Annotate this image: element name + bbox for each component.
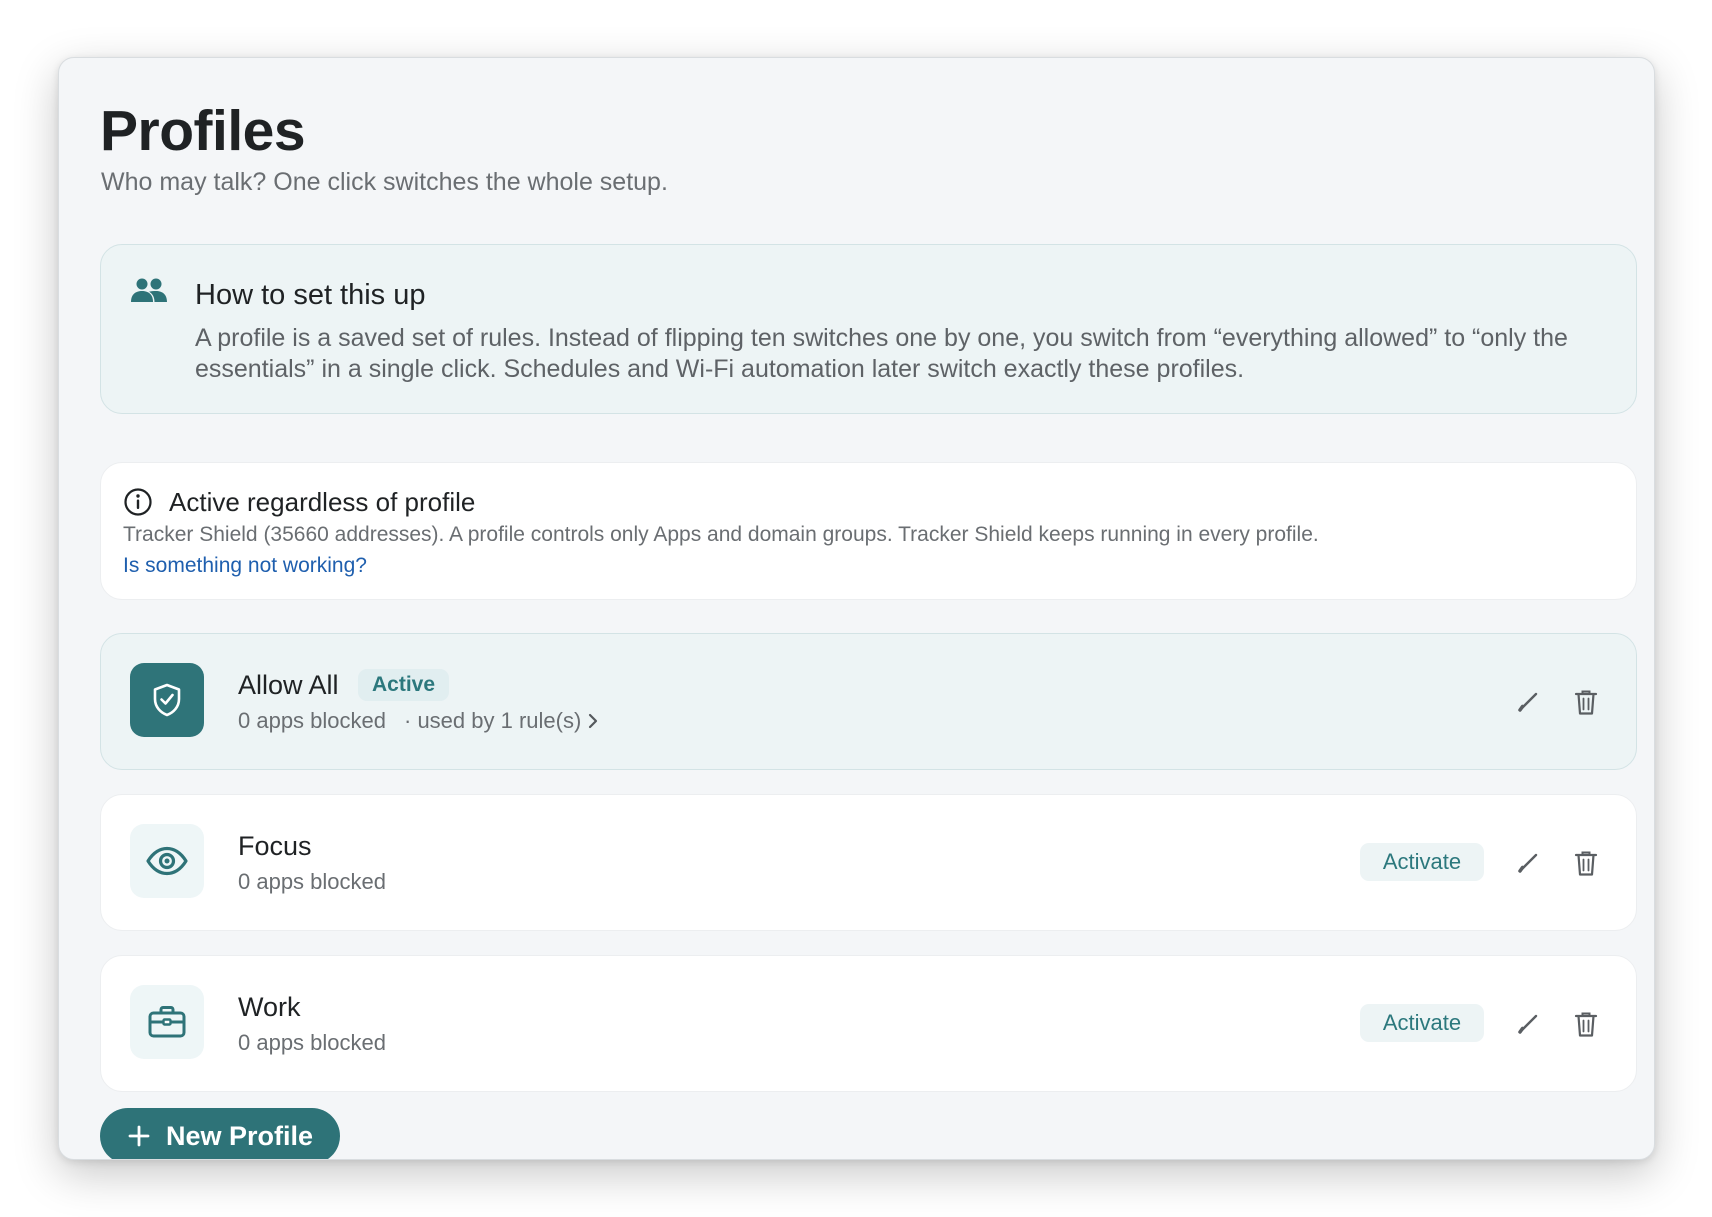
- profile-summary: 0 apps blocked: [238, 1030, 386, 1056]
- setup-help-card: How to set this up A profile is a saved …: [100, 244, 1637, 414]
- edit-profile-button[interactable]: [1508, 682, 1548, 722]
- profile-name: Allow All: [238, 670, 339, 700]
- briefcase-icon: [130, 985, 204, 1059]
- activate-profile-button[interactable]: Activate: [1360, 1004, 1484, 1042]
- troubleshoot-link[interactable]: Is something not working?: [123, 554, 367, 578]
- delete-profile-button[interactable]: [1566, 843, 1606, 883]
- people-icon: [129, 275, 169, 307]
- page-title: Profiles: [100, 99, 306, 163]
- trash-icon: [1573, 1010, 1599, 1038]
- always-active-card: Active regardless of profile Tracker Shi…: [100, 462, 1637, 600]
- profile-summary: 0 apps blocked · used by 1 rule(s): [238, 708, 599, 734]
- shield-check-icon: [130, 663, 204, 737]
- profile-summary: 0 apps blocked: [238, 869, 386, 895]
- profile-name: Work: [238, 992, 301, 1022]
- setup-help-title: How to set this up: [195, 279, 426, 311]
- profile-card-allow-all: Allow All Active 0 apps blocked · used b…: [100, 633, 1637, 770]
- always-active-title: Active regardless of profile: [169, 487, 476, 517]
- page-subtitle: Who may talk? One click switches the who…: [101, 168, 668, 196]
- delete-profile-button[interactable]: [1566, 682, 1606, 722]
- trash-icon: [1573, 849, 1599, 877]
- new-profile-label: New Profile: [166, 1120, 314, 1151]
- edit-profile-button[interactable]: [1508, 843, 1548, 883]
- profile-card-focus: Focus 0 apps blocked Activate: [100, 794, 1637, 931]
- info-icon: [123, 487, 153, 517]
- delete-profile-button[interactable]: [1566, 1004, 1606, 1044]
- edit-profile-button[interactable]: [1508, 1004, 1548, 1044]
- profile-name: Focus: [238, 831, 312, 861]
- pencil-icon: [1516, 690, 1540, 714]
- chevron-right-icon: [587, 712, 599, 730]
- plus-icon: [128, 1125, 150, 1147]
- blocked-count: 0 apps blocked: [238, 1030, 386, 1055]
- rule-usage-text: · used by 1 rule(s): [404, 708, 582, 733]
- pencil-icon: [1516, 1012, 1540, 1036]
- rule-usage-link[interactable]: · used by 1 rule(s): [404, 708, 599, 734]
- blocked-count: 0 apps blocked: [238, 869, 386, 894]
- trash-icon: [1573, 688, 1599, 716]
- eye-icon: [130, 824, 204, 898]
- setup-help-body: A profile is a saved set of rules. Inste…: [195, 324, 1568, 383]
- profile-card-work: Work 0 apps blocked Activate: [100, 955, 1637, 1092]
- blocked-count: 0 apps blocked: [238, 708, 386, 733]
- profiles-window: Profiles Who may talk? One click switche…: [58, 57, 1655, 1160]
- new-profile-button[interactable]: New Profile: [100, 1108, 340, 1159]
- pencil-icon: [1516, 851, 1540, 875]
- always-active-body: Tracker Shield (35660 addresses). A prof…: [123, 523, 1319, 546]
- activate-profile-button[interactable]: Activate: [1360, 843, 1484, 881]
- active-badge: Active: [358, 669, 450, 701]
